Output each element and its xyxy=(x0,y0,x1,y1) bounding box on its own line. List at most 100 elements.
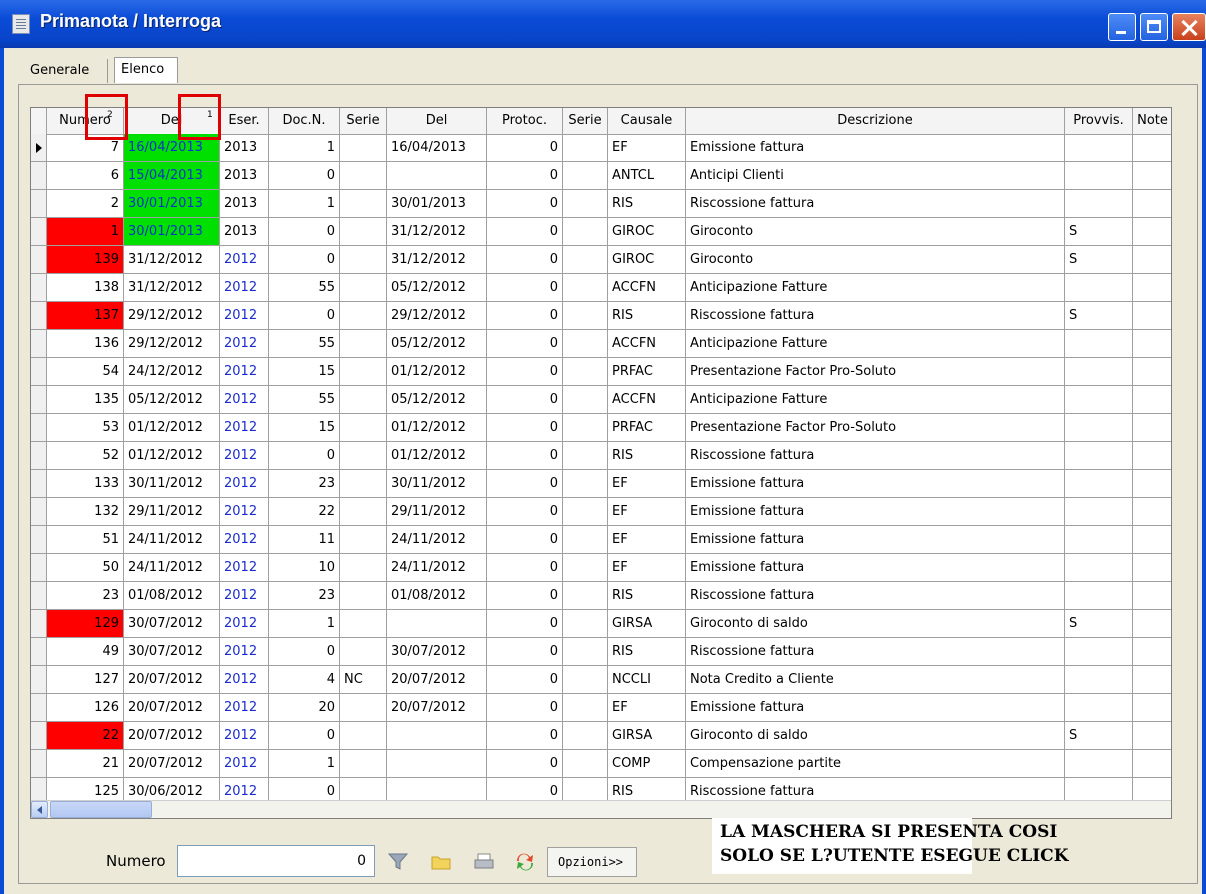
row-selector[interactable] xyxy=(31,470,47,498)
cell-causale: NCCLI xyxy=(608,666,686,694)
table-row[interactable]: 53 01/12/2012 2012 15 01/12/2012 0 PRFAC Presen… xyxy=(31,414,1171,442)
cell-docn: 1 xyxy=(269,610,340,638)
row-selector[interactable] xyxy=(31,414,47,442)
table-row[interactable]: 50 24/11/2012 2012 10 24/11/2012 0 EF Emissione… xyxy=(31,554,1171,582)
table-row[interactable]: 22 20/07/2012 2012 0 0 GIRSA Giroconto di sald… xyxy=(31,722,1171,750)
table-row[interactable]: 54 24/12/2012 2012 15 01/12/2012 0 PRFAC Presen… xyxy=(31,358,1171,386)
horizontal-scroll-thumb[interactable] xyxy=(50,801,152,818)
column-header-descr[interactable]: Descrizione xyxy=(686,108,1065,134)
column-header-causale[interactable]: Causale xyxy=(608,108,686,134)
cell-provvis: S xyxy=(1065,218,1133,246)
table-row[interactable]: 133 30/11/2012 2012 23 30/11/2012 0 EF Emission… xyxy=(31,470,1171,498)
table-row[interactable]: 135 05/12/2012 2012 55 05/12/2012 0 ACCFN Antic… xyxy=(31,386,1171,414)
cell-docn: 0 xyxy=(269,246,340,274)
column-header-note[interactable]: Note xyxy=(1133,108,1171,134)
column-header-eser[interactable]: Eser. xyxy=(220,108,269,134)
cell-causale: RIS xyxy=(608,442,686,470)
cell-del2: 05/12/2012 xyxy=(387,274,487,302)
cell-del2: 30/11/2012 xyxy=(387,470,487,498)
folder-icon[interactable] xyxy=(424,845,458,877)
cell-del: 20/07/2012 xyxy=(124,666,220,694)
table-row[interactable]: 21 20/07/2012 2012 1 0 COMP Compensazione part… xyxy=(31,750,1171,778)
row-selector[interactable] xyxy=(31,330,47,358)
row-selector[interactable] xyxy=(31,638,47,666)
cell-note xyxy=(1133,190,1171,218)
refresh-icon[interactable] xyxy=(508,845,542,877)
table-row[interactable]: 6 15/04/2013 2013 0 0 ANTCL Anticipi Clienti xyxy=(31,162,1171,190)
row-selector[interactable] xyxy=(31,302,47,330)
cell-protoc: 0 xyxy=(487,442,563,470)
records-grid[interactable]: Numero Del Eser. Doc.N. Serie Del Protoc. Serie… xyxy=(30,107,1172,819)
row-selector[interactable] xyxy=(31,666,47,694)
cell-del: 24/11/2012 xyxy=(124,554,220,582)
row-selector[interactable] xyxy=(31,358,47,386)
column-header-provvis[interactable]: Provvis. xyxy=(1065,108,1133,134)
table-row[interactable]: 2 30/01/2013 2013 1 30/01/2013 0 RIS Riscossion… xyxy=(31,190,1171,218)
horizontal-scrollbar[interactable] xyxy=(31,800,1171,818)
cell-note xyxy=(1133,246,1171,274)
cell-eser: 2012 xyxy=(220,386,269,414)
cell-del2: 31/12/2012 xyxy=(387,246,487,274)
column-header-del2[interactable]: Del xyxy=(387,108,487,134)
cell-causale: PRFAC xyxy=(608,358,686,386)
table-row[interactable]: 129 30/07/2012 2012 1 0 GIRSA Giroconto di sal… xyxy=(31,610,1171,638)
cell-protoc: 0 xyxy=(487,190,563,218)
cell-eser: 2012 xyxy=(220,582,269,610)
numero-input[interactable]: 0 xyxy=(177,845,375,877)
table-row[interactable]: 51 24/11/2012 2012 11 24/11/2012 0 EF Emissione… xyxy=(31,526,1171,554)
options-button[interactable]: Opzioni>> xyxy=(547,847,637,877)
row-selector[interactable] xyxy=(31,246,47,274)
cell-numero: 138 xyxy=(47,274,124,302)
row-selector[interactable] xyxy=(31,554,47,582)
row-selector[interactable] xyxy=(31,274,47,302)
column-header-serie[interactable]: Serie xyxy=(340,108,387,134)
cell-causale: COMP xyxy=(608,750,686,778)
table-row[interactable]: 127 20/07/2012 2012 4 NC 20/07/2012 0 NCCLI Nota… xyxy=(31,666,1171,694)
cell-docn: 20 xyxy=(269,694,340,722)
row-selector[interactable] xyxy=(31,582,47,610)
table-row[interactable]: 126 20/07/2012 2012 20 20/07/2012 0 EF Emission… xyxy=(31,694,1171,722)
row-selector[interactable] xyxy=(31,386,47,414)
table-row[interactable]: 52 01/12/2012 2012 0 01/12/2012 0 RIS Riscossio… xyxy=(31,442,1171,470)
row-selector[interactable] xyxy=(31,190,47,218)
cell-descr: Giroconto xyxy=(686,246,1065,274)
column-header-serie2[interactable]: Serie xyxy=(563,108,608,134)
row-selector[interactable] xyxy=(31,218,47,246)
annotation-line-1: LA MASCHERA SI PRESENTA COSI xyxy=(720,822,1058,842)
cell-numero: 135 xyxy=(47,386,124,414)
row-selector[interactable] xyxy=(31,526,47,554)
filter-icon[interactable] xyxy=(381,845,415,877)
scroll-left-icon[interactable] xyxy=(31,801,48,818)
row-selector[interactable] xyxy=(31,610,47,638)
table-row[interactable]: 1 30/01/2013 2013 0 31/12/2012 0 GIROC Girocont… xyxy=(31,218,1171,246)
tab-generale[interactable]: Generale xyxy=(24,59,108,83)
cell-eser: 2012 xyxy=(220,526,269,554)
printer-icon[interactable] xyxy=(467,845,501,877)
table-row[interactable]: 137 29/12/2012 2012 0 29/12/2012 0 RIS Riscossi… xyxy=(31,302,1171,330)
cell-del2: 20/07/2012 xyxy=(387,694,487,722)
numero-sort-highlight-box xyxy=(85,94,128,140)
cell-descr: Anticipazione Fatture xyxy=(686,274,1065,302)
column-header-docn[interactable]: Doc.N. xyxy=(269,108,340,134)
row-selector[interactable] xyxy=(31,498,47,526)
row-selector[interactable] xyxy=(31,442,47,470)
tab-elenco[interactable]: Elenco xyxy=(114,57,178,83)
table-row[interactable]: 139 31/12/2012 2012 0 31/12/2012 0 GIROC Giroco… xyxy=(31,246,1171,274)
row-selector[interactable] xyxy=(31,722,47,750)
column-header-protoc[interactable]: Protoc. xyxy=(487,108,563,134)
table-row[interactable]: 23 01/08/2012 2012 23 01/08/2012 0 RIS Riscossi… xyxy=(31,582,1171,610)
table-row[interactable]: 138 31/12/2012 2012 55 05/12/2012 0 ACCFN Antic… xyxy=(31,274,1171,302)
table-row[interactable]: 132 29/11/2012 2012 22 29/11/2012 0 EF Emission… xyxy=(31,498,1171,526)
minimize-button[interactable] xyxy=(1108,13,1136,41)
cell-protoc: 0 xyxy=(487,498,563,526)
row-selector[interactable] xyxy=(31,162,47,190)
row-selector[interactable] xyxy=(31,134,47,162)
table-row[interactable]: 49 30/07/2012 2012 0 30/07/2012 0 RIS Riscossio… xyxy=(31,638,1171,666)
maximize-button[interactable] xyxy=(1140,13,1168,41)
cell-del: 20/07/2012 xyxy=(124,750,220,778)
cell-del: 20/07/2012 xyxy=(124,722,220,750)
row-selector[interactable] xyxy=(31,694,47,722)
row-selector[interactable] xyxy=(31,750,47,778)
close-button[interactable] xyxy=(1172,13,1206,41)
table-row[interactable]: 136 29/12/2012 2012 55 05/12/2012 0 ACCFN Antic… xyxy=(31,330,1171,358)
